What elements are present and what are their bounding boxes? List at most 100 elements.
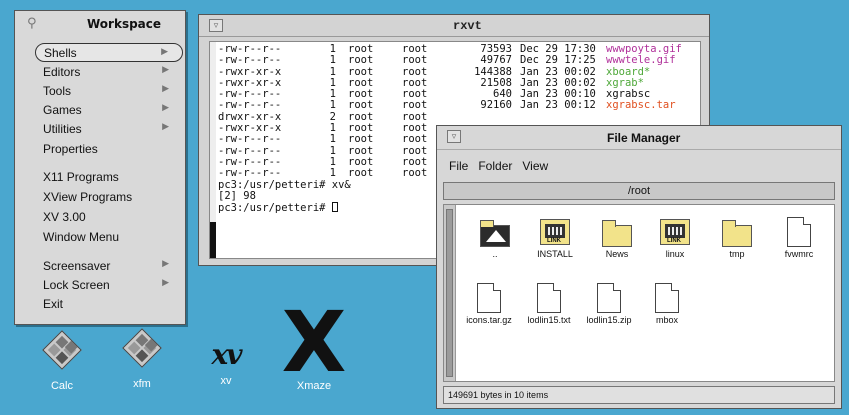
path-field[interactable]: /root bbox=[443, 182, 835, 200]
document-icon bbox=[655, 283, 679, 313]
menu-item-properties[interactable]: Properties bbox=[35, 139, 183, 158]
rxvt-title-bar[interactable]: ▿ rxvt bbox=[199, 15, 709, 37]
menu-item-games[interactable]: Games ▶ bbox=[35, 100, 183, 119]
workspace-title: Workspace bbox=[87, 17, 162, 31]
rxvt-title: rxvt bbox=[453, 19, 482, 33]
document-icon bbox=[537, 283, 561, 313]
file-item-lodlin15-txt[interactable]: lodlin15.txt bbox=[518, 283, 580, 325]
menu-view[interactable]: View bbox=[522, 159, 548, 173]
listing-line: drwxr-xr-x 2 root root bbox=[218, 111, 682, 123]
file-item-mbox[interactable]: mbox bbox=[636, 283, 698, 325]
desktop-icon-label: xv bbox=[220, 375, 232, 387]
file-name: xgrabsc.tar bbox=[606, 99, 676, 112]
file-item-fvwmrc[interactable]: fvwmrc bbox=[768, 217, 830, 259]
menu-item-screensaver[interactable]: Screensaver ▶ bbox=[35, 256, 183, 275]
file-permissions: -rw-r--r-- bbox=[218, 54, 282, 67]
workspace-menu: ⚲ Workspace Shells ▶ Editors ▶ Tools ▶ Game… bbox=[14, 10, 186, 325]
file-owner: root bbox=[348, 167, 374, 180]
file-name: xgrabsc bbox=[606, 88, 651, 101]
menu-item-label: X11 Programs bbox=[43, 169, 119, 184]
xv-logo-icon: xv bbox=[211, 338, 243, 371]
desktop-icon-xv[interactable]: xv xv bbox=[196, 338, 256, 387]
file-item-tmp[interactable]: tmp bbox=[706, 217, 768, 259]
menu-item-xview-programs[interactable]: XView Programs bbox=[35, 187, 183, 206]
submenu-arrow-icon: ▶ bbox=[162, 277, 169, 287]
file-item-parent[interactable]: .. bbox=[464, 217, 526, 259]
menu-item-label: Utilities bbox=[43, 121, 82, 136]
menu-item-window-menu[interactable]: Window Menu bbox=[35, 227, 183, 246]
file-manager-title: File Manager bbox=[607, 131, 681, 145]
menu-item-label: Exit bbox=[43, 296, 64, 311]
link-icon: LINK bbox=[540, 219, 570, 245]
desktop-icon-calc[interactable]: Calc bbox=[36, 330, 88, 392]
file-item-lodlin15-zip[interactable]: lodlin15.zip bbox=[578, 283, 640, 325]
submenu-arrow-icon: ▶ bbox=[162, 102, 169, 112]
file-size: 92160 bbox=[480, 99, 512, 112]
file-manager-title-bar[interactable]: ▿ File Manager bbox=[437, 126, 841, 150]
file-item-install[interactable]: LINK INSTALL bbox=[524, 217, 586, 259]
document-icon bbox=[597, 283, 621, 313]
menu-item-exit[interactable]: Exit bbox=[35, 294, 183, 313]
link-icon: LINK bbox=[660, 219, 690, 245]
file-item-label: mbox bbox=[655, 315, 678, 325]
text-cursor bbox=[331, 202, 338, 213]
prompt-text: [2] 98 bbox=[218, 189, 256, 202]
listing-line: -rw-r--r-- 1 root root 92160 Jan 23 00:12 xgra… bbox=[218, 99, 682, 112]
file-owner: root bbox=[348, 133, 374, 146]
file-item-label: tmp bbox=[729, 249, 745, 259]
desktop-icon-xmaze[interactable]: X Xmaze bbox=[272, 293, 356, 392]
desktop-icon-xfm[interactable]: xfm bbox=[116, 328, 168, 390]
file-name: wwwpoyta.gif bbox=[606, 43, 682, 55]
file-name: wwwtele.gif bbox=[606, 54, 676, 67]
submenu-arrow-icon: ▶ bbox=[162, 83, 169, 93]
file-item-linux[interactable]: LINK linux bbox=[644, 217, 706, 259]
file-item-label: lodlin15.zip bbox=[586, 315, 632, 325]
menu-file[interactable]: File bbox=[449, 159, 468, 173]
menu-item-editors[interactable]: Editors ▶ bbox=[35, 62, 183, 81]
file-item-label: INSTALL bbox=[537, 249, 573, 259]
pushpin-icon[interactable]: ⚲ bbox=[27, 16, 37, 31]
file-name: xboard* bbox=[606, 65, 651, 78]
menu-item-label: Lock Screen bbox=[43, 277, 110, 292]
scrollbar-thumb[interactable] bbox=[210, 222, 216, 258]
menu-item-lock-screen[interactable]: Lock Screen ▶ bbox=[35, 275, 183, 294]
menu-item-label: XView Programs bbox=[43, 189, 133, 204]
file-manager-window: ▿ File Manager File Folder View /root ..… bbox=[436, 125, 842, 409]
menu-item-tools[interactable]: Tools ▶ bbox=[35, 81, 183, 100]
parent-folder-icon bbox=[480, 220, 510, 247]
menu-item-label: Games bbox=[43, 102, 82, 117]
file-date: Jan 23 00:12 bbox=[520, 99, 596, 112]
submenu-arrow-icon: ▶ bbox=[162, 121, 169, 131]
desktop-icon-label: xfm bbox=[133, 378, 151, 390]
submenu-arrow-icon: ▶ bbox=[161, 46, 168, 56]
file-size: 49767 bbox=[480, 54, 512, 67]
menu-item-label: Tools bbox=[43, 83, 72, 98]
file-item-label: .. bbox=[492, 249, 498, 259]
file-item-news[interactable]: News bbox=[586, 217, 648, 259]
file-item-label: linux bbox=[665, 249, 685, 259]
menu-item-xv[interactable]: XV 3.00 bbox=[35, 207, 183, 226]
folder-icon bbox=[722, 220, 752, 247]
window-menu-icon[interactable]: ▿ bbox=[209, 19, 223, 32]
document-icon bbox=[477, 283, 501, 313]
workspace-title-bar[interactable]: ⚲ Workspace bbox=[15, 11, 185, 37]
menu-item-shells[interactable]: Shells ▶ bbox=[35, 43, 183, 62]
menu-item-label: Window Menu bbox=[43, 229, 120, 244]
submenu-arrow-icon: ▶ bbox=[162, 258, 169, 268]
menu-item-utilities[interactable]: Utilities ▶ bbox=[35, 119, 183, 138]
scrollbar-thumb[interactable] bbox=[446, 209, 453, 377]
file-item-icons-tar-gz[interactable]: icons.tar.gz bbox=[458, 283, 520, 325]
file-links: 1 bbox=[329, 133, 336, 146]
file-pane: .. LINK INSTALL News LINK linux tmp fvwm… bbox=[443, 204, 835, 382]
status-bar: 149691 bytes in 10 items bbox=[443, 386, 835, 404]
menu-item-label: Screensaver bbox=[43, 258, 111, 273]
menu-item-x11-programs[interactable]: X11 Programs bbox=[35, 167, 183, 186]
file-pane-scrollbar[interactable] bbox=[444, 205, 456, 381]
file-name: xgrab* bbox=[606, 76, 644, 89]
xmaze-logo-icon: X bbox=[281, 293, 347, 391]
terminal-scrollbar[interactable] bbox=[210, 42, 216, 258]
menu-folder[interactable]: Folder bbox=[478, 159, 512, 173]
folder-icon bbox=[602, 220, 632, 247]
file-item-label: fvwmrc bbox=[784, 249, 814, 259]
window-menu-icon[interactable]: ▿ bbox=[447, 130, 461, 143]
